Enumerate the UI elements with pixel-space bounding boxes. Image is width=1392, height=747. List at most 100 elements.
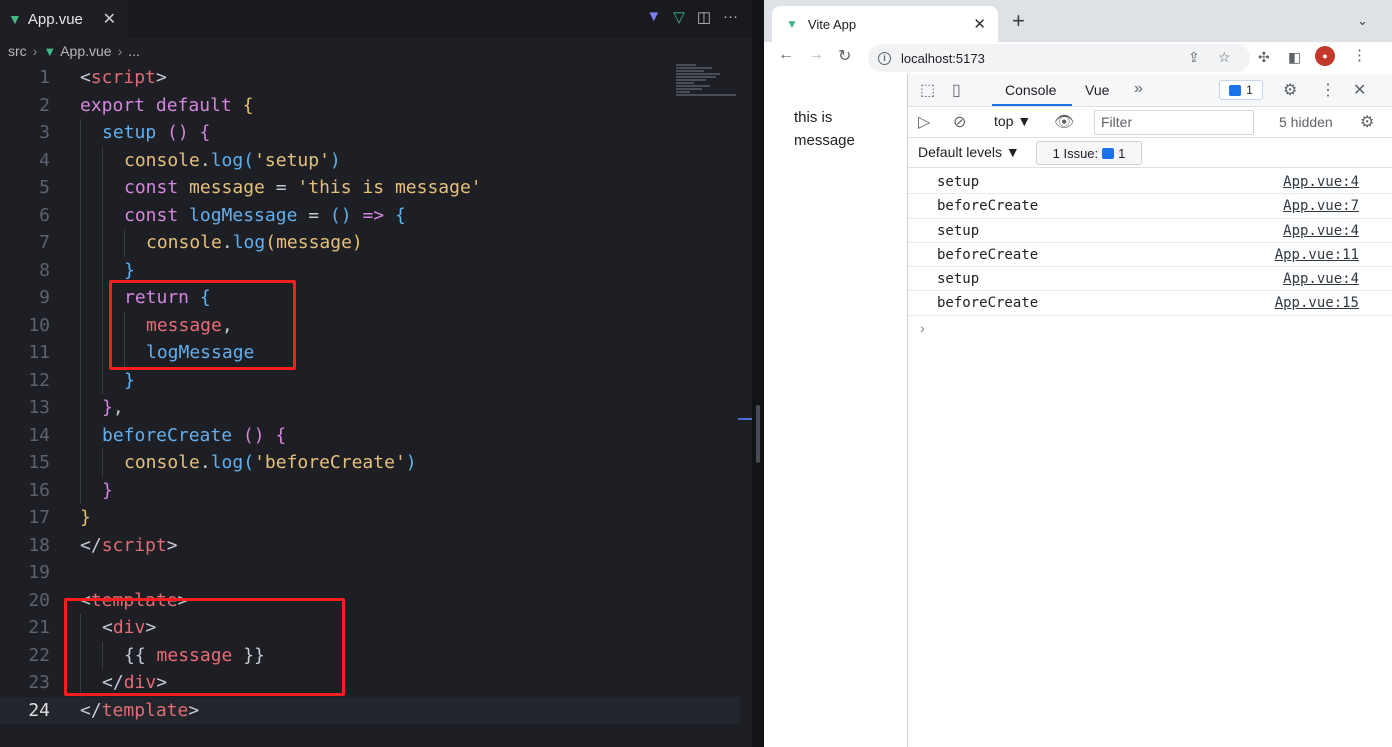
code-line[interactable]: 4 console.log('setup') [0,146,740,174]
split-editor-icon[interactable]: ◫ [697,8,711,26]
indent-guide [124,229,125,257]
side-panel-icon[interactable]: ◧ [1288,49,1301,66]
address-url: localhost:5173 [901,50,985,66]
vue-devtools-icon[interactable]: ▽ [673,8,685,26]
code-text: const message = 'this is message' [124,177,482,198]
vite-icon[interactable]: ▼ [646,8,661,26]
code-text: </script> [80,534,178,556]
code-line[interactable]: 17} [0,504,740,532]
return-highlight-box [109,280,296,370]
code-line[interactable]: 1 <script> [0,64,740,92]
more-tabs-icon[interactable]: » [1134,80,1143,98]
minimap[interactable] [676,64,736,110]
extensions-icon[interactable]: ✣ [1258,49,1270,66]
divider-grip[interactable] [756,405,760,463]
console-log-row: setup App.vue:4 [908,267,1392,292]
window-divider[interactable] [752,0,764,747]
chevron-right-icon: › [32,43,38,59]
indent-guide [80,311,81,339]
log-source-link[interactable]: App.vue:4 [1283,267,1359,291]
indent-guide [102,311,103,339]
live-expression-eye-icon[interactable]: 👁 [1054,112,1074,132]
line-number: 23 [28,672,50,693]
more-actions-icon[interactable]: ··· [723,8,738,26]
sidebar-toggle-icon[interactable]: ▷ [918,112,930,132]
log-source-link[interactable]: App.vue:15 [1275,291,1359,315]
code-line[interactable]: 7 console.log(message) [0,229,740,257]
share-icon[interactable]: ⇪ [1188,49,1200,66]
log-source-link[interactable]: App.vue:4 [1283,170,1359,194]
console-levels-bar: Default levels ▼ 1 Issue: 1 [908,138,1392,168]
close-tab-icon[interactable]: ✕ [973,15,986,33]
issues-button[interactable]: 1 Issue: 1 [1036,141,1142,165]
site-info-icon[interactable]: i [878,51,891,65]
code-text: console.log('setup') [124,149,341,171]
editor-tab-app-vue[interactable]: ▼ App.vue ✕ [0,0,128,38]
device-toolbar-icon[interactable]: ▯ [952,80,961,100]
log-source-link[interactable]: App.vue:11 [1275,243,1359,267]
tab-search-icon[interactable]: ⌄ [1357,13,1368,29]
clear-console-icon[interactable]: ⊘ [953,112,966,132]
code-line[interactable]: 6 const logMessage = () => { [0,201,740,229]
log-source-link[interactable]: App.vue:7 [1283,194,1359,218]
breadcrumb-folder[interactable]: src [8,43,27,59]
console-log-row: setup App.vue:4 [908,170,1392,195]
indent-guide [80,119,81,147]
code-line[interactable]: 19 [0,559,740,587]
code-line[interactable]: 18 </script> [0,532,740,560]
bookmark-star-icon[interactable]: ☆ [1218,49,1231,66]
line-number: 20 [28,589,50,611]
console-log-list: setup App.vue:4 beforeCreate App.vue:7 setup… [908,170,1392,316]
breadcrumb-more[interactable]: ... [128,43,140,59]
code-line[interactable]: 14 beforeCreate () { [0,421,740,449]
indent-guide [80,476,81,504]
line-number: 19 [28,562,50,583]
close-devtools-icon[interactable]: ✕ [1353,80,1366,100]
messages-badge[interactable]: 1 [1219,80,1263,100]
log-message: setup [937,271,980,288]
browser-tab-vite-app[interactable]: ▼ Vite App ✕ [772,6,998,42]
code-line[interactable]: 16} [0,476,740,504]
scrollbar-marker[interactable] [738,418,752,420]
back-icon[interactable]: ← [778,46,794,64]
indent-guide [80,394,81,422]
messages-count: 1 [1246,83,1253,97]
reload-icon[interactable]: ↻ [838,46,851,66]
code-text: console.log(message) [146,232,363,253]
line-number: 1 [39,67,50,88]
indent-guide [102,256,103,284]
customize-menu-icon[interactable]: ⋮ [1320,80,1336,100]
tab-console[interactable]: Console [1005,82,1056,98]
profile-avatar[interactable]: ● [1315,46,1335,66]
browser-menu-icon[interactable]: ⋮ [1352,46,1367,64]
code-line[interactable]: 5 const message = 'this is message' [0,174,740,202]
console-settings-icon[interactable]: ⚙ [1360,112,1374,132]
close-tab-icon[interactable]: ✕ [103,9,116,29]
context-select[interactable]: top ▼ [994,113,1031,129]
log-source-link[interactable]: App.vue:4 [1283,219,1359,243]
tab-vue[interactable]: Vue [1085,82,1109,98]
new-tab-button[interactable]: + [1012,8,1025,34]
line-number: 16 [28,479,50,501]
code-line[interactable]: 15 console.log('beforeCreate') [0,449,740,477]
vue-logo-icon: ▼ [786,17,798,31]
code-line[interactable]: 12} [0,366,740,394]
console-prompt[interactable]: › [920,320,925,336]
breadcrumb-file[interactable]: App.vue [60,43,111,59]
inspect-element-icon[interactable]: ⬚ [920,80,935,100]
log-levels-dropdown[interactable]: Default levels ▼ [918,144,1020,160]
code-line[interactable]: 13}, [0,394,740,422]
code-line[interactable]: 24 </template> [0,696,740,724]
settings-gear-icon[interactable]: ⚙ [1283,80,1297,100]
filter-input[interactable]: Filter [1094,110,1254,135]
forward-icon[interactable]: → [808,46,824,64]
indent-guide [102,229,103,257]
code-text: export default { [80,94,254,116]
code-line[interactable]: 3 setup () { [0,119,740,147]
code-text: <script> [80,67,167,88]
vue-file-icon: ▼ [43,43,57,59]
console-toolbar: ▷ ⊘ top ▼ 👁 Filter 5 hidden ⚙ [908,107,1392,138]
indent-guide [80,146,81,174]
editor-tab-bar: ▼ App.vue ✕ ▼ ▽ ◫ ··· [0,0,752,38]
code-line[interactable]: 2 export default { [0,92,740,120]
